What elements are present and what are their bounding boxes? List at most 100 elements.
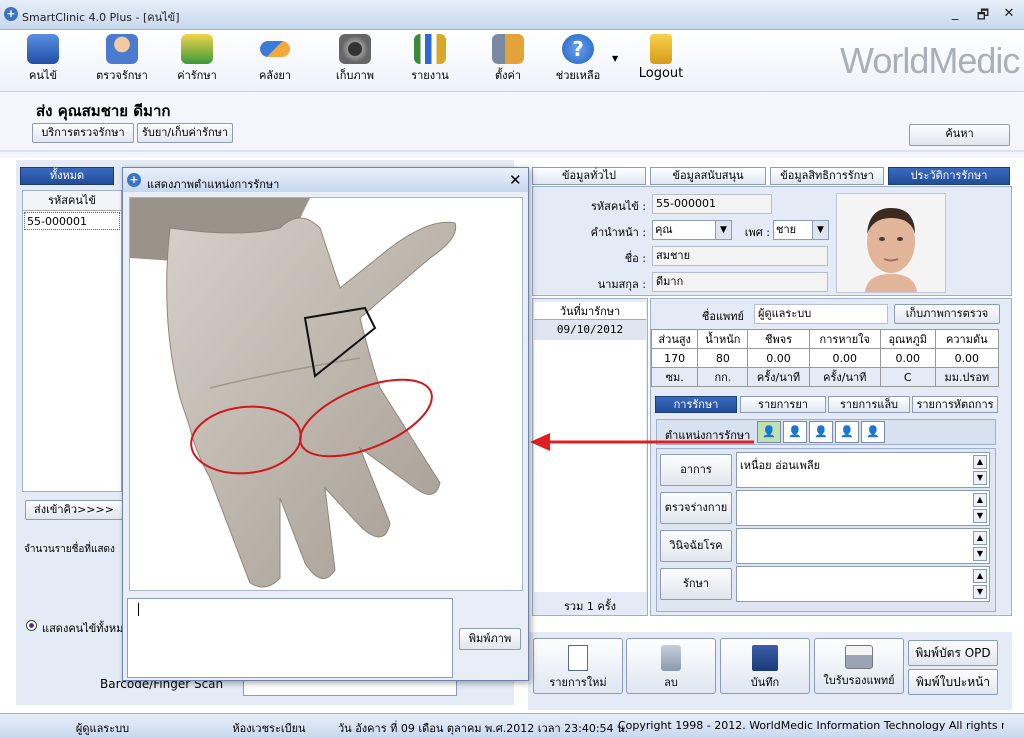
vitals-table: ส่วนสูง น้ำหนัก ชีพจร การหายใจ อุณหภูมิ … (650, 329, 1000, 387)
toolbar-stock-button[interactable]: คลังยา (250, 30, 300, 90)
temperature-input[interactable]: 0.00 (879, 348, 936, 368)
weight-input[interactable]: 80 (697, 348, 749, 368)
height-input[interactable]: 170 (650, 348, 699, 368)
symptom-textarea[interactable]: เหนื่อย อ่อนเพลีย ▲ ▼ (736, 452, 990, 488)
window-title: SmartClinic 4.0 Plus - [คนไข้] (22, 11, 180, 24)
visit-row[interactable]: 09/10/2012 (534, 320, 646, 340)
toolbar-fee-button[interactable]: ค่ารักษา (172, 30, 222, 90)
scroll-up-icon[interactable]: ▲ (973, 455, 987, 469)
vital-header: ความดัน (934, 329, 1000, 349)
sex-value: ชาย (776, 223, 797, 236)
scroll-down-icon[interactable]: ▼ (973, 509, 987, 523)
scroll-up-icon[interactable]: ▲ (973, 493, 987, 507)
patient-face-image (837, 194, 945, 292)
scroll-up-icon[interactable]: ▲ (973, 531, 987, 545)
print-cover-button[interactable]: พิมพ์ใบปะหน้า (908, 669, 998, 695)
hn-label: รหัสคนไข้ : (590, 200, 646, 213)
doctor-field[interactable]: ผู้ดูแลระบบ (754, 304, 888, 324)
toolbar-photo-button[interactable]: เก็บภาพ (330, 30, 380, 90)
new-record-button[interactable]: รายการใหม่ (533, 638, 623, 694)
print-image-button[interactable]: พิมพ์ภาพ (459, 628, 521, 650)
scroll-down-icon[interactable]: ▼ (973, 585, 987, 599)
subtab-lab[interactable]: รายการแล็บ (828, 396, 910, 413)
body-head-icon[interactable]: 👤 (835, 421, 859, 443)
symptom-text: เหนื่อย อ่อนเพลีย (740, 459, 821, 472)
minimize-button[interactable]: _ (944, 6, 966, 24)
status-bar: ผู้ดูแลระบบ ห้องเวชระเบียน วัน อังคาร ที… (0, 713, 1024, 738)
show-all-radio[interactable] (26, 620, 37, 631)
subtab-treatment[interactable]: การรักษา (655, 396, 737, 413)
receive-button[interactable]: รับยา/เก็บค่ารักษา (137, 123, 233, 143)
vitals-unit-row: ซม. กก. ครั้ง/นาที ครั้ง/นาที C มม.ปรอท (650, 367, 1000, 387)
tools-icon (492, 34, 524, 64)
trash-icon (661, 645, 681, 671)
new-record-label: รายการใหม่ (549, 676, 607, 689)
vitals-header-row: ส่วนสูง น้ำหนัก ชีพจร การหายใจ อุณหภูมิ … (650, 329, 1000, 349)
prefix-label: คำนำหน้า : (590, 226, 646, 239)
print-opd-button[interactable]: พิมพ์บัตร OPD (908, 640, 998, 666)
hand-image-canvas[interactable] (129, 197, 523, 591)
tab-all[interactable]: ทั้งหมด (20, 167, 114, 185)
scroll-down-icon[interactable]: ▼ (973, 471, 987, 485)
delete-button[interactable]: ลบ (626, 638, 716, 694)
respiration-input[interactable]: 0.00 (808, 348, 881, 368)
medical-cert-button[interactable]: ใบรับรองแพทย์ (814, 638, 904, 694)
dialog-close-button[interactable]: ✕ (509, 171, 522, 189)
tab-history[interactable]: ประวัติการรักษา (888, 167, 1010, 185)
hn-field[interactable]: 55-000001 (652, 194, 772, 214)
help-dropdown-icon[interactable]: ▼ (612, 54, 618, 63)
diagnosis-textarea[interactable]: ▲ ▼ (736, 528, 990, 564)
toolbar-settings-button[interactable]: ตั้งค่า (483, 30, 533, 90)
service-button[interactable]: บริการตรวจรักษา (32, 123, 134, 143)
tab-support[interactable]: ข้อมูลสนับสนุน (650, 167, 766, 185)
subtab-drugs[interactable]: รายการยา (740, 396, 826, 413)
subtab-procedure[interactable]: รายการหัตถการ (912, 396, 998, 413)
patient-list: รหัสคนไข้ 55-000001 (22, 190, 122, 492)
toolbar-exam-button[interactable]: ตรวจรักษา (92, 30, 152, 90)
capture-exam-button[interactable]: เก็บภาพการตรวจ (894, 304, 1000, 324)
surname-field[interactable]: ดีมาก (652, 272, 828, 292)
body-side-icon[interactable]: 👤 (809, 421, 833, 443)
pill-icon (260, 41, 290, 57)
body-back-icon[interactable]: 👤 (783, 421, 807, 443)
toolbar-report-button[interactable]: รายงาน (405, 30, 455, 90)
chevron-down-icon: ▼ (812, 221, 828, 239)
name-field[interactable]: สมชาย (652, 246, 828, 266)
body-front-icon[interactable]: 👤 (757, 421, 781, 443)
text-cursor (138, 603, 139, 616)
send-queue-button[interactable]: ส่งเข้าคิว>>>> (25, 500, 123, 520)
diagnosis-label: วินิจฉัยโรค (660, 530, 732, 562)
restore-button[interactable]: 🗗 (972, 6, 994, 24)
status-copyright: Copyright 1998 - 2012. WorldMedic Inform… (618, 719, 1004, 732)
prefix-select[interactable]: คุณ ▼ (652, 220, 732, 240)
body-hand-icon[interactable]: 👤 (861, 421, 885, 443)
vital-header: ชีพจร (747, 329, 810, 349)
toolbar-help-button[interactable]: ? ช่วยเหลือ (548, 30, 608, 90)
divider (0, 150, 1024, 152)
tab-general[interactable]: ข้อมูลทั่วไป (532, 167, 646, 185)
toolbar-logout-button[interactable]: Logout (636, 30, 686, 90)
exam-textarea[interactable]: ▲ ▼ (736, 490, 990, 526)
worldmedic-logo: WorldMedic (840, 40, 1020, 81)
close-window-button[interactable]: ✕ (998, 6, 1020, 24)
toolbar-patient-button[interactable]: คนไข้ (18, 30, 68, 90)
tab-rights[interactable]: ข้อมูลสิทธิการรักษา (770, 167, 884, 185)
vital-unit: ครั้ง/นาที (747, 367, 810, 387)
scroll-up-icon[interactable]: ▲ (973, 569, 987, 583)
surname-label: นามสกุล : (597, 278, 646, 291)
notes-textarea[interactable] (127, 598, 453, 678)
treat-textarea[interactable]: ▲ ▼ (736, 566, 990, 602)
vital-header: อุณหภูมิ (879, 329, 936, 349)
doctor-icon (106, 34, 138, 64)
list-item[interactable]: 55-000001 (24, 212, 120, 230)
pulse-input[interactable]: 0.00 (747, 348, 810, 368)
save-button[interactable]: บันทึก (720, 638, 810, 694)
money-icon (181, 34, 213, 64)
annotation-arrow (530, 433, 754, 451)
sex-select[interactable]: ชาย ▼ (773, 220, 829, 240)
pressure-input[interactable]: 0.00 (934, 348, 1000, 368)
scroll-down-icon[interactable]: ▼ (973, 547, 987, 561)
vital-unit: มม.ปรอท (934, 367, 1000, 387)
search-button[interactable]: ค้นหา (909, 124, 1010, 146)
dialog-title: แสดงภาพตำแหน่งการรักษา (147, 178, 280, 191)
